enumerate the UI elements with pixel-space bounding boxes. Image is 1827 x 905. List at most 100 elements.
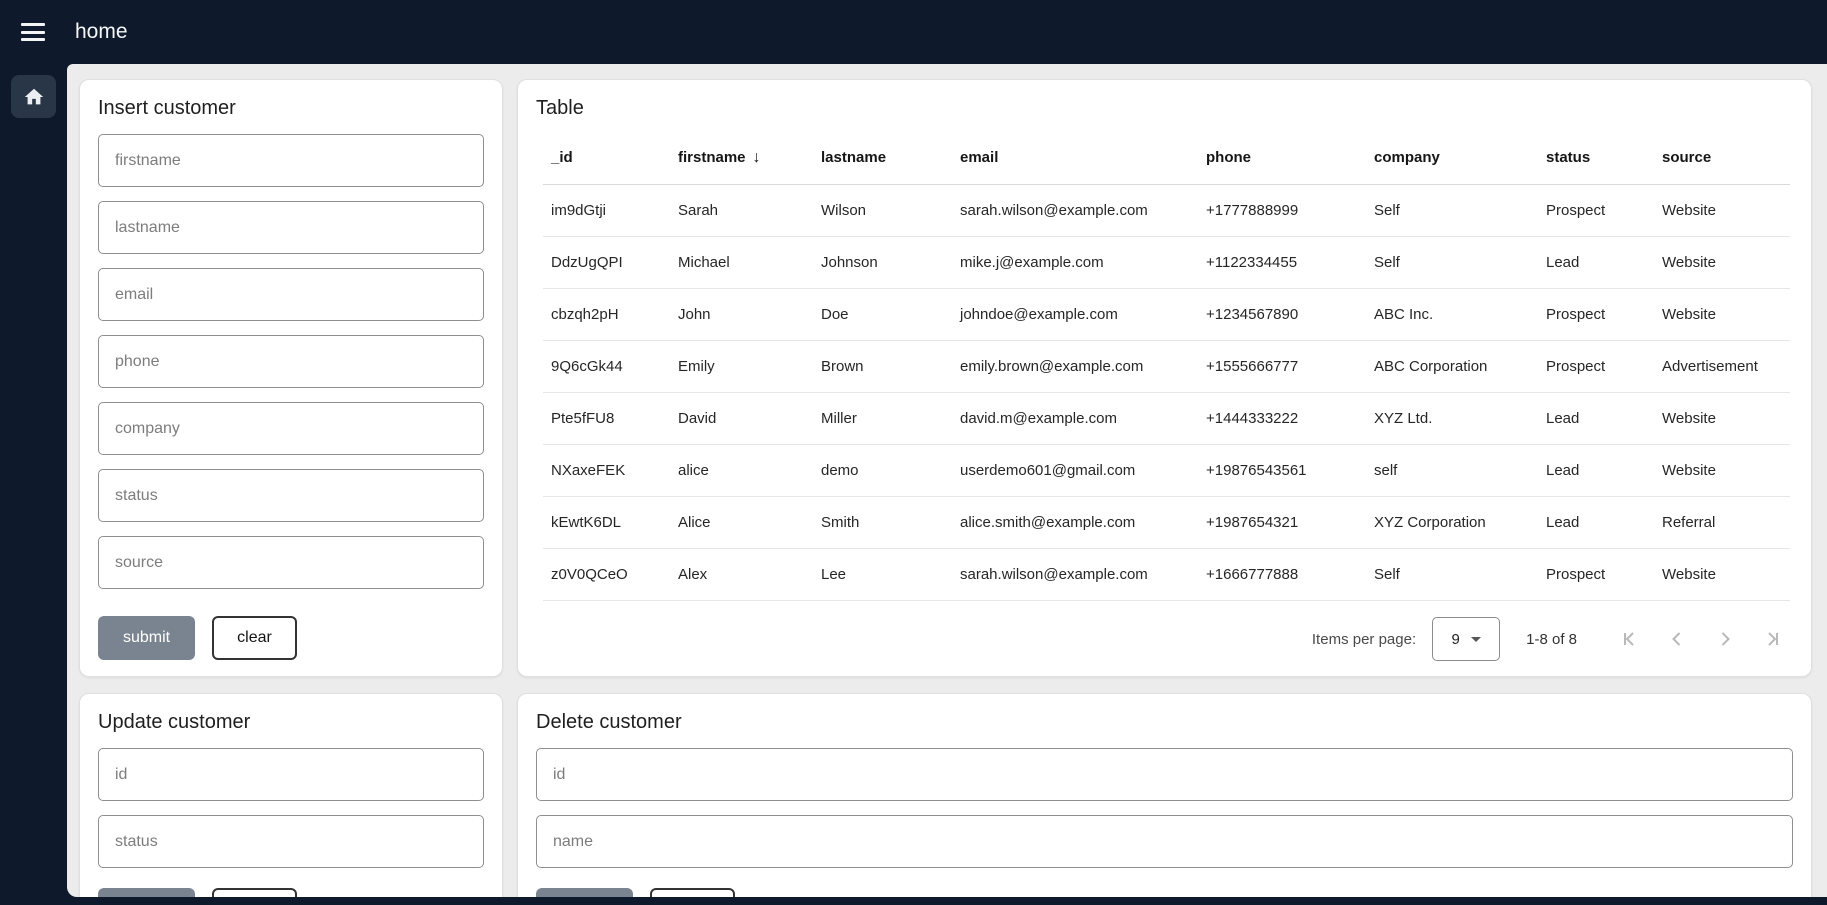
- menu-icon[interactable]: [21, 23, 45, 41]
- table-cell: Website: [1654, 548, 1790, 600]
- customers-table: _idfirstname↓lastnameemailphonecompanyst…: [543, 132, 1790, 601]
- update-clear-button[interactable]: clear: [212, 888, 297, 897]
- table-cell: userdemo601@gmail.com: [952, 444, 1198, 496]
- last-page-button[interactable]: [1753, 619, 1793, 659]
- next-page-button[interactable]: [1705, 619, 1745, 659]
- table-cell: Pte5fFU8: [543, 392, 670, 444]
- table-cell: Prospect: [1538, 548, 1654, 600]
- table-cell: Alice: [670, 496, 813, 548]
- table-row[interactable]: DdzUgQPIMichaelJohnsonmike.j@example.com…: [543, 236, 1790, 288]
- table-cell: NXaxeFEK: [543, 444, 670, 496]
- table-cell: Lee: [813, 548, 952, 600]
- first-page-button[interactable]: [1609, 619, 1649, 659]
- delete-submit-button[interactable]: submit: [536, 888, 633, 897]
- table-cell: ABC Corporation: [1366, 340, 1538, 392]
- table-cell: Website: [1654, 184, 1790, 236]
- delete-customer-panel: Delete customer submit clear: [517, 693, 1812, 897]
- page-size-select[interactable]: 9: [1432, 617, 1500, 661]
- paginator: Items per page: 9 1-8 of 8: [536, 616, 1793, 662]
- table-row[interactable]: im9dGtjiSarahWilsonsarah.wilson@example.…: [543, 184, 1790, 236]
- page-title: home: [75, 20, 128, 44]
- column-header-company[interactable]: company: [1366, 132, 1538, 184]
- table-cell: Brown: [813, 340, 952, 392]
- update-customer-panel: Update customer submit clear: [79, 693, 503, 897]
- table-cell: +19876543561: [1198, 444, 1366, 496]
- table-cell: sarah.wilson@example.com: [952, 184, 1198, 236]
- table-cell: Self: [1366, 184, 1538, 236]
- update-submit-button[interactable]: submit: [98, 888, 195, 897]
- page-size-value: 9: [1451, 631, 1459, 648]
- column-header-status[interactable]: status: [1538, 132, 1654, 184]
- previous-page-button[interactable]: [1657, 619, 1697, 659]
- table-header-row: _idfirstname↓lastnameemailphonecompanyst…: [543, 132, 1790, 184]
- sidebar: [0, 64, 67, 905]
- insert-source-input[interactable]: [98, 536, 484, 589]
- sort-desc-icon: ↓: [753, 149, 761, 166]
- table-cell: Prospect: [1538, 340, 1654, 392]
- table-cell: XYZ Corporation: [1366, 496, 1538, 548]
- table-cell: Sarah: [670, 184, 813, 236]
- chevron-left-icon: [1667, 629, 1687, 649]
- table-cell: Lead: [1538, 444, 1654, 496]
- delete-id-input[interactable]: [536, 748, 1793, 801]
- delete-clear-button[interactable]: clear: [650, 888, 735, 897]
- table-cell: Advertisement: [1654, 340, 1790, 392]
- insert-company-input[interactable]: [98, 402, 484, 455]
- table-cell: XYZ Ltd.: [1366, 392, 1538, 444]
- table-cell: Smith: [813, 496, 952, 548]
- table-cell: Website: [1654, 236, 1790, 288]
- table-cell: cbzqh2pH: [543, 288, 670, 340]
- home-icon: [23, 86, 45, 108]
- table-row[interactable]: cbzqh2pHJohnDoejohndoe@example.com+12345…: [543, 288, 1790, 340]
- column-header-email[interactable]: email: [952, 132, 1198, 184]
- table-row[interactable]: 9Q6cGk44EmilyBrownemily.brown@example.co…: [543, 340, 1790, 392]
- update-status-input[interactable]: [98, 815, 484, 868]
- column-header-_id[interactable]: _id: [543, 132, 670, 184]
- table-cell: Lead: [1538, 236, 1654, 288]
- insert-email-input[interactable]: [98, 268, 484, 321]
- table-cell: Website: [1654, 444, 1790, 496]
- sidebar-home-button[interactable]: [11, 75, 56, 118]
- table-cell: alice.smith@example.com: [952, 496, 1198, 548]
- table-row[interactable]: kEwtK6DLAliceSmithalice.smith@example.co…: [543, 496, 1790, 548]
- insert-lastname-input[interactable]: [98, 201, 484, 254]
- column-header-firstname[interactable]: firstname↓: [670, 132, 813, 184]
- insert-clear-button[interactable]: clear: [212, 616, 297, 660]
- table-row[interactable]: z0V0QCeOAlexLeesarah.wilson@example.com+…: [543, 548, 1790, 600]
- delete-name-input[interactable]: [536, 815, 1793, 868]
- table-cell: Lead: [1538, 392, 1654, 444]
- table-cell: Prospect: [1538, 288, 1654, 340]
- update-panel-title: Update customer: [98, 710, 484, 734]
- insert-status-input[interactable]: [98, 469, 484, 522]
- column-header-source[interactable]: source: [1654, 132, 1790, 184]
- table-cell: Lead: [1538, 496, 1654, 548]
- table-cell: John: [670, 288, 813, 340]
- content-area: Insert customer submit clear Table _idfi…: [67, 64, 1827, 897]
- column-header-lastname[interactable]: lastname: [813, 132, 952, 184]
- insert-submit-button[interactable]: submit: [98, 616, 195, 660]
- insert-phone-input[interactable]: [98, 335, 484, 388]
- delete-panel-title: Delete customer: [536, 710, 1793, 734]
- first-page-icon: [1619, 629, 1639, 649]
- insert-customer-panel: Insert customer submit clear: [79, 79, 503, 677]
- topbar: home: [0, 0, 1827, 64]
- table-cell: alice: [670, 444, 813, 496]
- table-cell: +1777888999: [1198, 184, 1366, 236]
- table-row[interactable]: Pte5fFU8DavidMillerdavid.m@example.com+1…: [543, 392, 1790, 444]
- table-cell: Prospect: [1538, 184, 1654, 236]
- chevron-right-icon: [1715, 629, 1735, 649]
- table-panel-title: Table: [536, 96, 1793, 120]
- table-cell: z0V0QCeO: [543, 548, 670, 600]
- insert-panel-title: Insert customer: [98, 96, 484, 120]
- column-header-phone[interactable]: phone: [1198, 132, 1366, 184]
- table-cell: ABC Inc.: [1366, 288, 1538, 340]
- insert-firstname-input[interactable]: [98, 134, 484, 187]
- update-id-input[interactable]: [98, 748, 484, 801]
- window-bottom-edge: [0, 897, 1827, 905]
- table-row[interactable]: NXaxeFEKalicedemouserdemo601@gmail.com+1…: [543, 444, 1790, 496]
- table-cell: Wilson: [813, 184, 952, 236]
- table-cell: johndoe@example.com: [952, 288, 1198, 340]
- table-cell: Self: [1366, 236, 1538, 288]
- table-cell: +1122334455: [1198, 236, 1366, 288]
- page-range-label: 1-8 of 8: [1526, 631, 1577, 648]
